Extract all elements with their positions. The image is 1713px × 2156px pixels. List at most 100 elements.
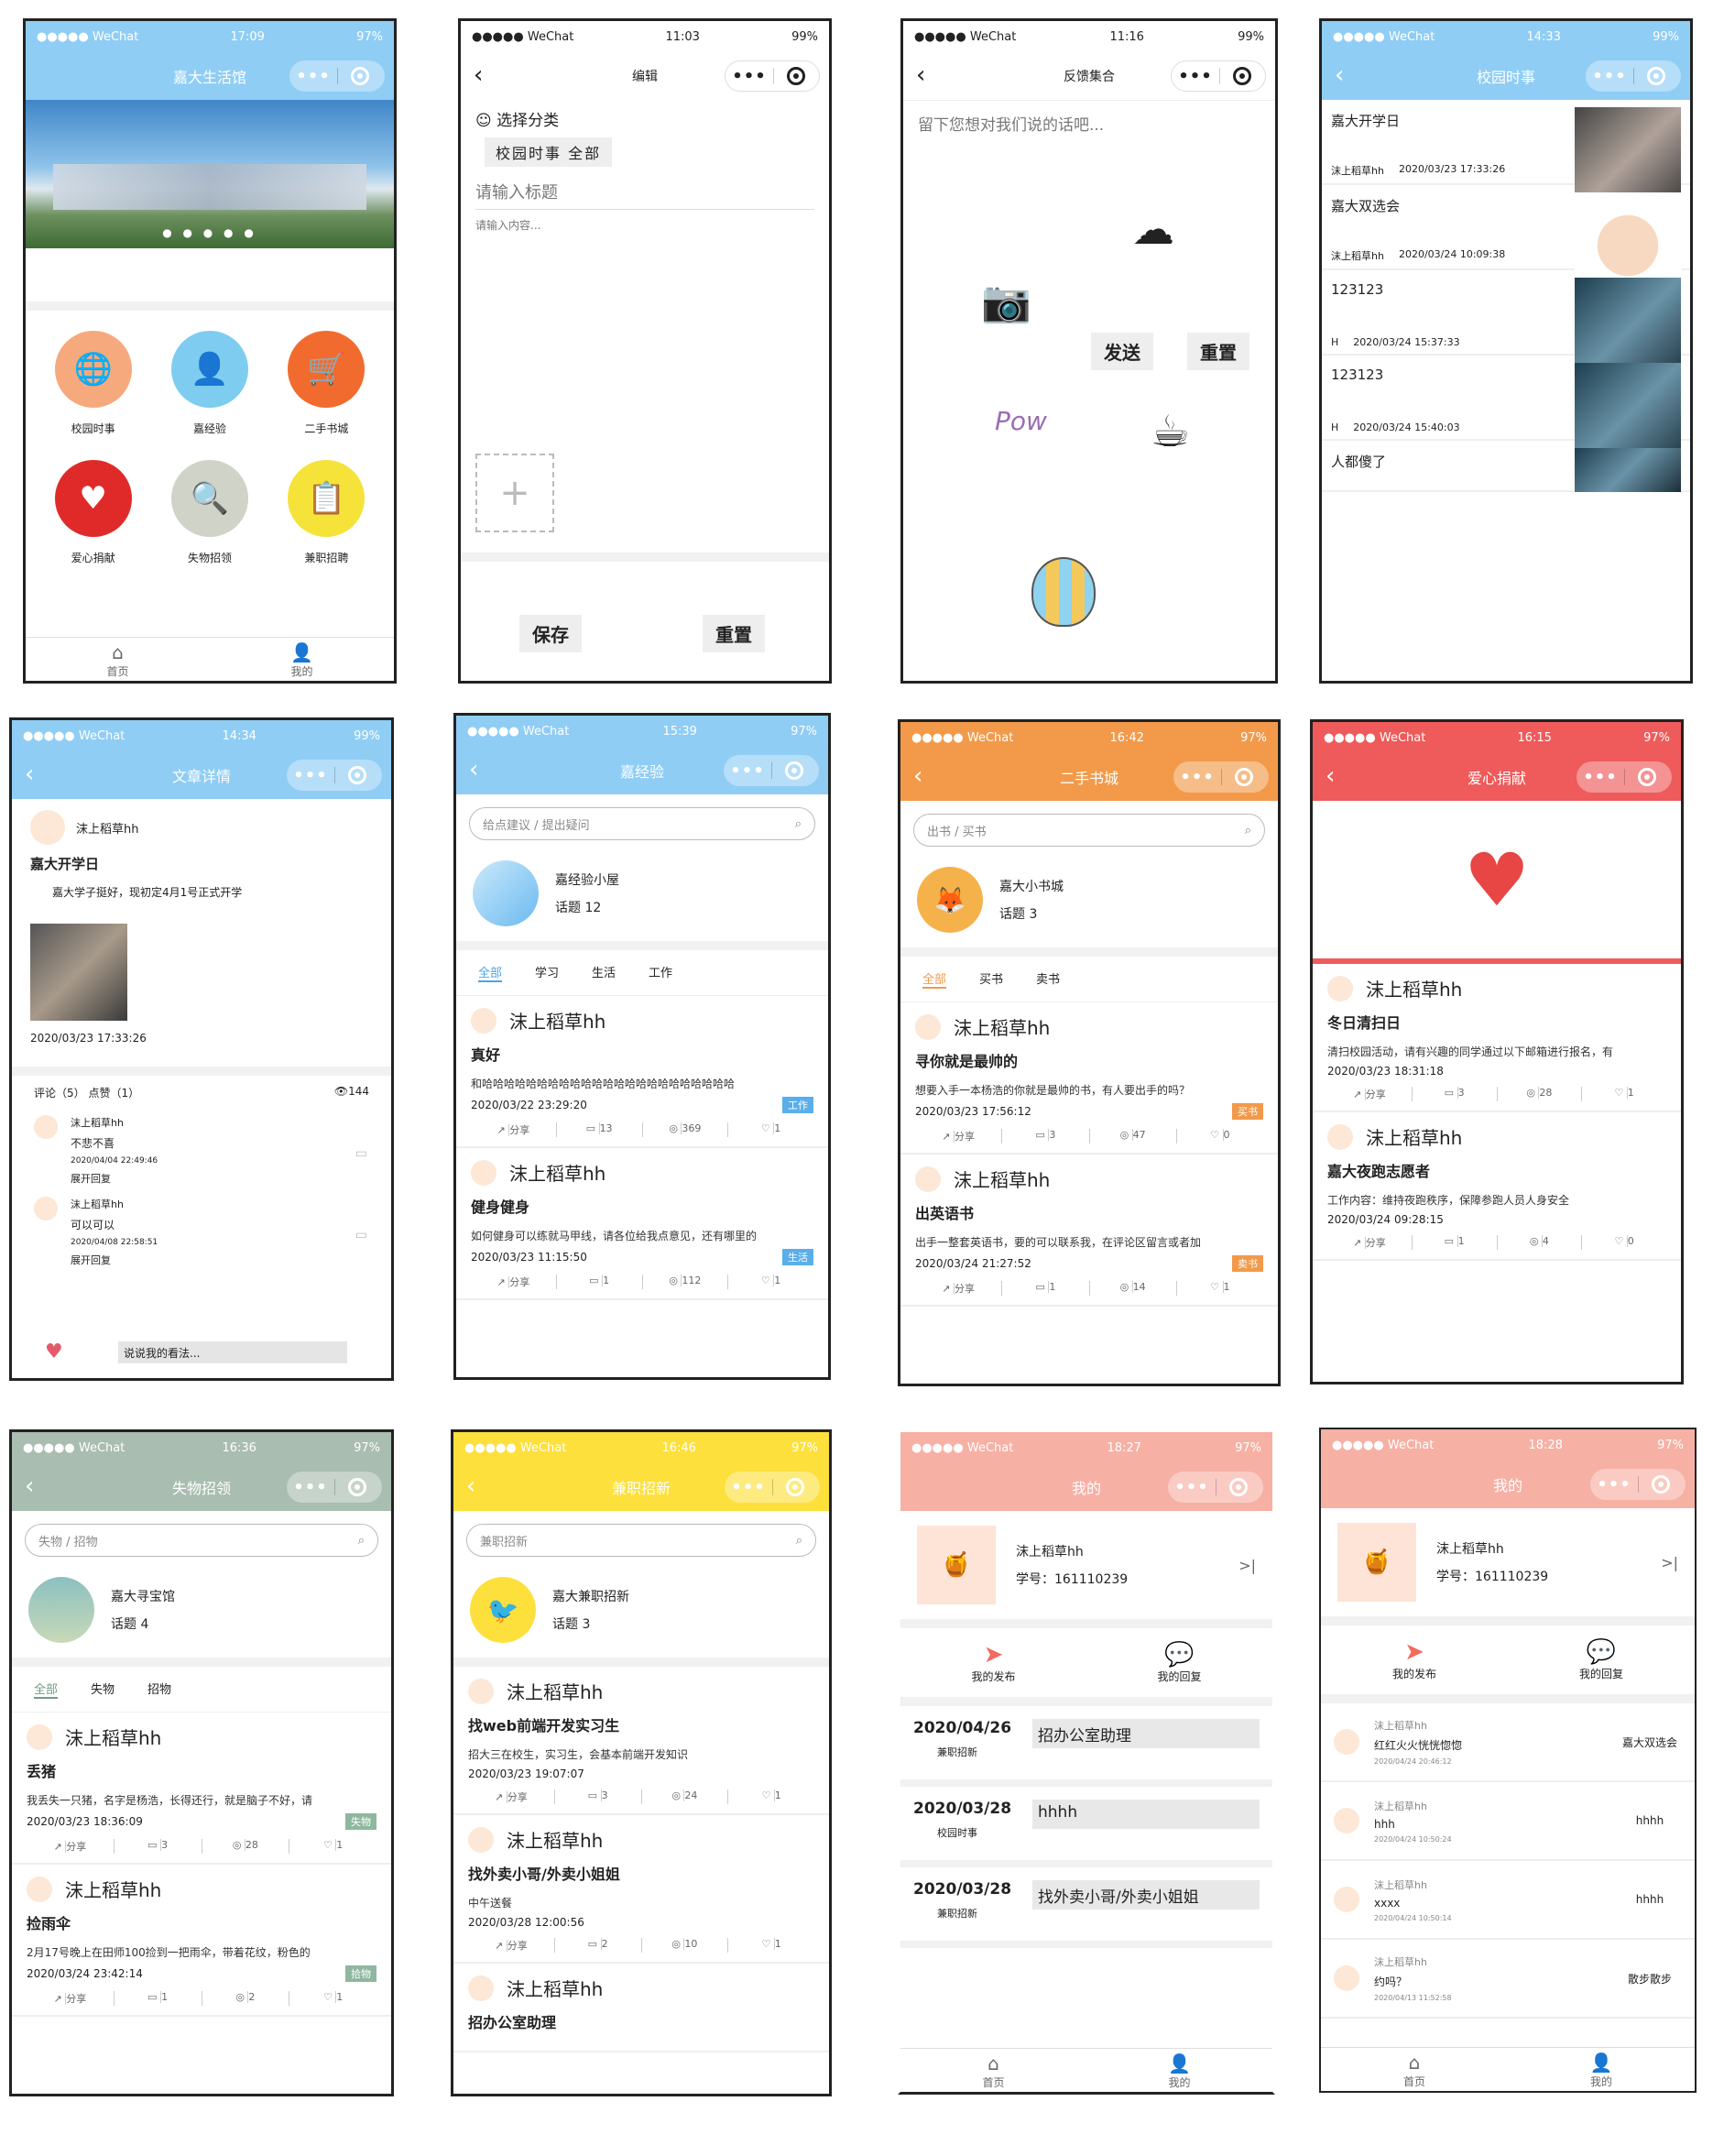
feature-item[interactable]: 🌐 校园时事 bbox=[35, 331, 151, 436]
group-header[interactable]: 嘉经验小屋 话题 12 bbox=[456, 853, 828, 941]
avatar[interactable] bbox=[34, 1197, 58, 1220]
post-card[interactable]: 沫上稻草hh 真好 和哈哈哈哈哈哈哈哈哈哈哈哈哈哈哈哈哈哈哈哈哈哈哈 2020/03/… bbox=[456, 996, 828, 1148]
list-item[interactable]: 嘉大开学日 沫上稻草hh 2020/03/23 17:33:26 bbox=[1322, 100, 1690, 213]
back-icon[interactable]: ‹ bbox=[1326, 762, 1335, 790]
like-button[interactable]: ♡ 1 bbox=[289, 1839, 376, 1854]
more-icon[interactable]: ••• bbox=[289, 67, 337, 86]
tab-home[interactable]: ⌂ 首页 bbox=[26, 638, 210, 681]
capsule-menu[interactable]: ••• bbox=[287, 1472, 382, 1503]
more-icon[interactable]: ••• bbox=[1590, 1475, 1638, 1494]
like-button[interactable]: ♡ 1 bbox=[728, 1275, 813, 1289]
capsule-menu[interactable]: ••• bbox=[1577, 761, 1672, 793]
share-button[interactable]: ↗ 分享 bbox=[1327, 1235, 1413, 1250]
close-icon[interactable] bbox=[786, 1478, 804, 1496]
tab-3[interactable]: 工作 bbox=[649, 963, 672, 982]
capsule-menu[interactable]: ••• bbox=[289, 60, 385, 92]
close-icon[interactable] bbox=[1235, 768, 1253, 786]
more-icon[interactable]: ••• bbox=[1586, 67, 1633, 86]
group-header[interactable]: 🦊 嘉大小书城 话题 3 bbox=[900, 859, 1278, 947]
save-button[interactable]: 保存 bbox=[519, 615, 582, 652]
share-button[interactable]: ↗ 分享 bbox=[27, 1839, 115, 1854]
my-post-item[interactable]: 2020/04/26 兼职招新 招办公室助理 bbox=[900, 1706, 1272, 1787]
news-thumbnail[interactable] bbox=[1575, 448, 1681, 492]
tab-2[interactable]: 生活 bbox=[592, 963, 616, 982]
share-button[interactable]: ↗ 分享 bbox=[27, 1991, 115, 2006]
tab-2[interactable]: 招物 bbox=[147, 1680, 171, 1699]
expand-replies-link[interactable]: 展开回复 bbox=[71, 1253, 158, 1267]
avatar[interactable] bbox=[468, 1975, 494, 2001]
post-card[interactable]: 沫上稻草hh 招办公室助理 bbox=[453, 1964, 829, 2052]
my-posts-tab[interactable]: ➤ 我的发布 bbox=[900, 1641, 1086, 1684]
feature-item[interactable]: 🛒 二手书城 bbox=[268, 331, 385, 436]
avatar[interactable] bbox=[915, 1166, 941, 1192]
like-icon[interactable]: ♥ bbox=[45, 1341, 63, 1363]
search-input[interactable]: 失物 / 招物 ⌕ bbox=[25, 1524, 378, 1557]
post-card[interactable]: 沫上稻草hh 找web前端开发实习生 招大三在校生，实习生，会基本前端开发知识 202… bbox=[453, 1667, 829, 1815]
tab-0[interactable]: 全部 bbox=[34, 1680, 59, 1699]
avatar[interactable] bbox=[468, 1826, 494, 1853]
share-button[interactable]: ↗ 分享 bbox=[915, 1281, 1003, 1296]
share-button[interactable]: ↗ 分享 bbox=[468, 1938, 555, 1953]
content-input[interactable]: 请输入内容... bbox=[475, 217, 814, 446]
capsule-menu[interactable]: ••• bbox=[1586, 60, 1681, 92]
capsule-menu[interactable]: ••• bbox=[1590, 1469, 1686, 1500]
article-image[interactable] bbox=[30, 924, 127, 1021]
post-card[interactable]: 沫上稻草hh 捡雨伞 2月17号晚上在田师100捡到一把雨伞，带着花纹，粉色的 202… bbox=[12, 1865, 391, 2017]
post-card[interactable]: 沫上稻草hh 健身健身 如何健身可以练就马甲线，请各位给我点意见，还有哪里的 2020… bbox=[456, 1148, 828, 1300]
tab-1[interactable]: 失物 bbox=[91, 1680, 115, 1699]
like-button[interactable]: ♡ 1 bbox=[728, 1122, 813, 1137]
close-icon[interactable] bbox=[1229, 1478, 1248, 1496]
capsule-menu[interactable]: ••• bbox=[725, 1472, 820, 1503]
avatar[interactable] bbox=[34, 1115, 58, 1139]
my-replies-tab[interactable]: 💬 我的回复 bbox=[1086, 1641, 1272, 1684]
back-icon[interactable]: ‹ bbox=[466, 1472, 475, 1500]
feature-item[interactable]: 👤 嘉经验 bbox=[151, 331, 267, 436]
reply-icon[interactable]: ▭ bbox=[355, 1228, 367, 1242]
capsule-menu[interactable]: ••• bbox=[287, 760, 382, 791]
list-item[interactable]: 123123 H 2020/03/24 15:40:03 bbox=[1322, 356, 1690, 469]
comment-input[interactable]: 说说我的看法... bbox=[118, 1341, 347, 1363]
my-post-item[interactable]: 2020/03/28 校园时事 hhhh bbox=[900, 1787, 1272, 1867]
more-icon[interactable]: ••• bbox=[726, 67, 773, 86]
feedback-input[interactable]: 留下您想对我们说的话吧... bbox=[903, 100, 1275, 292]
send-button[interactable]: 发送 bbox=[1091, 333, 1153, 370]
title-input[interactable]: 请输入标题 bbox=[475, 180, 814, 210]
capsule-menu[interactable]: ••• bbox=[1173, 761, 1269, 793]
close-icon[interactable] bbox=[351, 67, 369, 85]
post-card[interactable]: 沫上稻草hh 出英语书 出手一整套英语书，要的可以联系我，在评论区留言或者加 2020… bbox=[900, 1155, 1278, 1307]
close-icon[interactable] bbox=[1652, 1475, 1670, 1494]
avatar[interactable] bbox=[27, 1724, 52, 1750]
arrow-right-icon[interactable]: >| bbox=[1661, 1554, 1678, 1571]
comment-button[interactable]: ▭ 1 bbox=[1413, 1235, 1498, 1250]
avatar[interactable] bbox=[1327, 975, 1353, 1001]
comment-button[interactable]: ▭ 2 bbox=[555, 1938, 642, 1953]
close-icon[interactable] bbox=[348, 766, 366, 784]
share-button[interactable]: ↗ 分享 bbox=[468, 1789, 555, 1804]
tab-0[interactable]: 全部 bbox=[922, 969, 947, 989]
share-button[interactable]: ↗ 分享 bbox=[471, 1275, 557, 1289]
like-button[interactable]: ♡ 1 bbox=[289, 1991, 376, 2006]
post-card[interactable]: 沫上稻草hh 冬日清扫日 清扫校园活动，请有兴趣的同学通过以下邮箱进行报名，有 202… bbox=[1313, 964, 1681, 1112]
my-reply-item[interactable]: 沫上稻草hh hhh 2020/04/24 10:50:24 hhhh bbox=[1321, 1782, 1695, 1861]
tab-me[interactable]: 👤 我的 bbox=[1508, 2048, 1695, 2091]
like-button[interactable]: ♡ 0 bbox=[1582, 1235, 1666, 1250]
feature-item[interactable]: ♥ 爱心捐献 bbox=[35, 460, 151, 565]
back-icon[interactable]: ‹ bbox=[1335, 61, 1344, 89]
post-card[interactable]: 沫上稻草hh 丢猪 我丢失一只猪，名字是杨浩，长得还行，就是脑子不好，请 2020/0… bbox=[12, 1713, 391, 1865]
search-input[interactable]: 出书 / 买书 ⌕ bbox=[913, 814, 1265, 847]
comment-button[interactable]: ▭ 1 bbox=[115, 1991, 202, 2006]
avatar[interactable] bbox=[471, 1159, 496, 1186]
category-value[interactable]: 校园时事 全部 bbox=[485, 137, 613, 167]
capsule-menu[interactable]: ••• bbox=[725, 60, 820, 92]
like-button[interactable]: ♡ 1 bbox=[728, 1789, 814, 1804]
my-replies-tab[interactable]: 💬 我的回复 bbox=[1508, 1638, 1695, 1681]
feature-item[interactable]: 🔍 失物招领 bbox=[151, 460, 267, 565]
more-icon[interactable]: ••• bbox=[724, 761, 771, 781]
category-selector[interactable]: ☺ 选择分类 bbox=[461, 100, 829, 137]
close-icon[interactable] bbox=[1647, 67, 1665, 85]
reply-icon[interactable]: ▭ bbox=[355, 1146, 367, 1161]
profile-card[interactable]: 🍯 沫上稻草hh 学号：161110239 >| bbox=[1321, 1508, 1695, 1625]
group-header[interactable]: 嘉大寻宝馆 话题 4 bbox=[12, 1570, 391, 1658]
add-image-button[interactable]: + bbox=[475, 454, 554, 532]
close-icon[interactable] bbox=[348, 1478, 366, 1496]
